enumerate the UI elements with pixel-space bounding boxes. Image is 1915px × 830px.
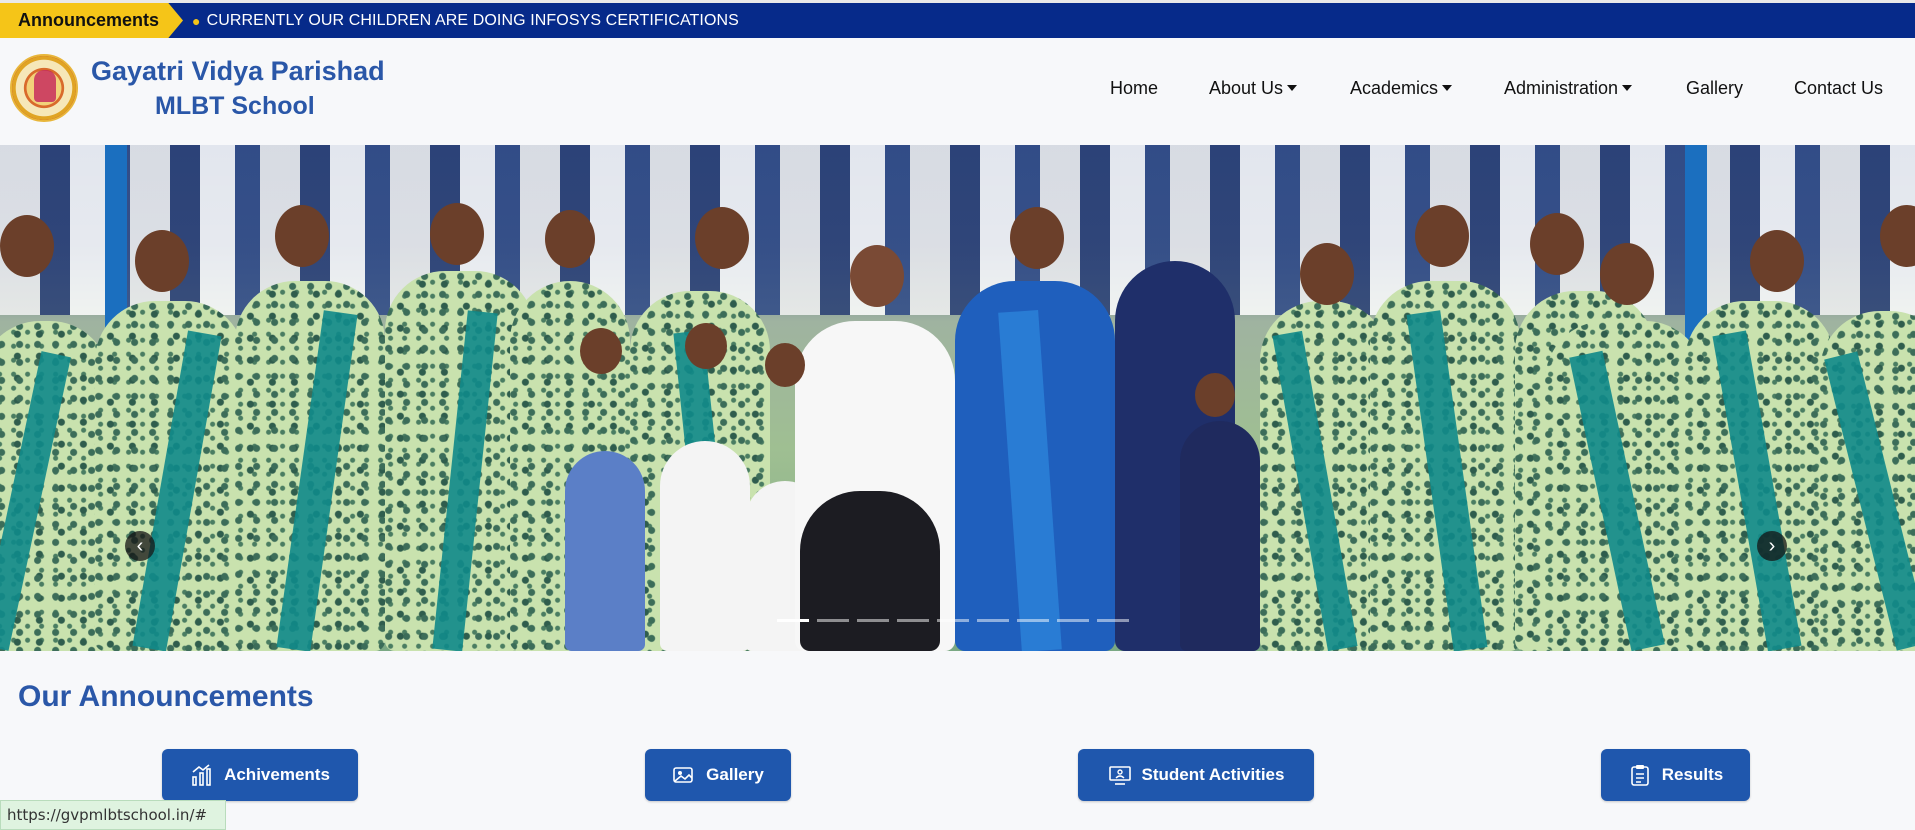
nav-contact-us-label: Contact Us xyxy=(1794,78,1884,98)
caret-down-icon xyxy=(1287,85,1298,91)
clipboard-icon xyxy=(1630,765,1649,786)
gallery-button[interactable]: Gallery xyxy=(645,749,791,801)
nav-administration[interactable]: Administration xyxy=(1504,78,1633,99)
carousel-indicator-6[interactable] xyxy=(977,619,1009,622)
caret-down-icon xyxy=(1442,85,1453,91)
student-activities-button[interactable]: Student Activities xyxy=(1078,749,1314,801)
carousel-indicators xyxy=(777,619,1129,622)
ticker-message[interactable]: ● CURRENTLY OUR CHILDREN ARE DOING INFOS… xyxy=(192,3,739,38)
results-button-label: Results xyxy=(1661,765,1724,784)
student-activities-button-label: Student Activities xyxy=(1141,765,1285,784)
ticker-label: Announcements xyxy=(0,3,183,38)
nav-gallery-label: Gallery xyxy=(1686,78,1744,98)
carousel-indicator-2[interactable] xyxy=(817,619,849,622)
hero-carousel[interactable]: ‹ › xyxy=(0,145,1915,651)
carousel-prev-button[interactable]: ‹ xyxy=(125,531,155,561)
results-button[interactable]: Results xyxy=(1601,749,1750,801)
carousel-indicator-9[interactable] xyxy=(1097,619,1129,622)
chevron-left-icon: ‹ xyxy=(136,535,144,557)
carousel-indicator-7[interactable] xyxy=(1017,619,1049,622)
achievements-button-label: Achivements xyxy=(224,765,330,784)
nav-gallery[interactable]: Gallery xyxy=(1686,78,1743,99)
bullet-icon: ● xyxy=(192,12,201,29)
school-logo-icon[interactable] xyxy=(10,54,78,122)
carousel-indicator-1[interactable] xyxy=(777,619,809,622)
announcement-ticker: Announcements ● CURRENTLY OUR CHILDREN A… xyxy=(0,0,1915,38)
image-icon xyxy=(673,767,693,783)
site-header: Gayatri Vidya Parishad MLBT School Home … xyxy=(0,38,1915,145)
presentation-icon xyxy=(1108,766,1131,785)
nav-contact-us[interactable]: Contact Us xyxy=(1794,78,1883,99)
status-url-text: https://gvpmlbtschool.in/# xyxy=(7,806,208,824)
chevron-right-icon: › xyxy=(1768,535,1776,557)
school-subname[interactable]: MLBT School xyxy=(155,92,315,121)
nav-about-us[interactable]: About Us xyxy=(1209,78,1298,99)
nav-home-label: Home xyxy=(1110,78,1159,98)
gallery-button-label: Gallery xyxy=(706,765,764,784)
carousel-indicator-5[interactable] xyxy=(937,619,969,622)
browser-status-url: https://gvpmlbtschool.in/# xyxy=(0,800,226,830)
section-title: Our Announcements xyxy=(18,680,314,713)
chart-up-icon xyxy=(192,764,211,786)
nav-about-us-label: About Us xyxy=(1209,78,1284,98)
carousel-indicator-3[interactable] xyxy=(857,619,889,622)
achievements-button[interactable]: Achivements xyxy=(162,749,358,801)
nav-home[interactable]: Home xyxy=(1110,78,1158,99)
carousel-indicator-4[interactable] xyxy=(897,619,929,622)
carousel-indicator-8[interactable] xyxy=(1057,619,1089,622)
nav-academics[interactable]: Academics xyxy=(1350,78,1453,99)
nav-academics-label: Academics xyxy=(1350,78,1439,98)
nav-administration-label: Administration xyxy=(1504,78,1619,98)
carousel-next-button[interactable]: › xyxy=(1757,531,1787,561)
ticker-message-text: CURRENTLY OUR CHILDREN ARE DOING INFOSYS… xyxy=(206,11,739,29)
school-name[interactable]: Gayatri Vidya Parishad xyxy=(91,56,385,87)
caret-down-icon xyxy=(1622,85,1633,91)
